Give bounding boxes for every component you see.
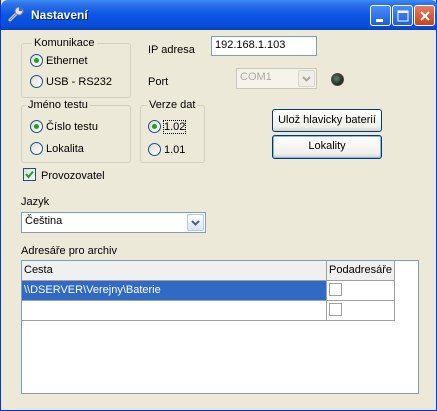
radio-lokalita[interactable]	[30, 142, 43, 155]
settings-window: Nastavení Komunikace Ethernet USB - RS23…	[0, 0, 437, 411]
language-select[interactable]: Čeština	[21, 212, 206, 233]
radio-cislo-testu[interactable]	[30, 120, 43, 133]
archive-directories-table[interactable]: Cesta Podadresáře \\DSERVER\Verejny\Bate…	[21, 260, 419, 394]
minimize-button[interactable]	[370, 5, 391, 26]
radio-lokalita-label: Lokalita	[46, 143, 84, 155]
port-select[interactable]: COM1	[236, 68, 317, 89]
table-row-cesta[interactable]	[22, 301, 327, 321]
maximize-button[interactable]	[392, 5, 413, 26]
ip-address-input[interactable]: 192.168.1.103	[211, 36, 317, 56]
status-led-icon	[331, 73, 344, 86]
column-header-podadresare[interactable]: Podadresáře	[327, 261, 395, 281]
port-value: COM1	[240, 71, 272, 83]
chevron-down-icon	[298, 70, 315, 87]
radio-ethernet-label: Ethernet	[46, 55, 88, 67]
chevron-down-icon	[187, 214, 204, 231]
column-header-cesta[interactable]: Cesta	[22, 261, 327, 281]
title-bar[interactable]: Nastavení	[1, 0, 437, 30]
close-button[interactable]	[414, 5, 435, 26]
komunikace-group: Komunikace	[21, 37, 131, 98]
save-battery-headers-button[interactable]: Ulož hlavicky baterií	[272, 109, 382, 132]
radio-cislo-testu-label: Číslo testu	[46, 121, 98, 133]
radio-ethernet[interactable]	[30, 54, 43, 67]
language-value: Čeština	[25, 215, 63, 227]
dialog-content: Komunikace Ethernet USB - RS232 IP adres…	[4, 30, 434, 408]
jazyk-label: Jazyk	[21, 196, 50, 208]
radio-usb[interactable]	[30, 75, 43, 88]
wrench-icon	[7, 5, 25, 23]
jmeno-testu-label: Jméno testu	[26, 99, 90, 111]
table-row-podadresare-cell	[327, 301, 395, 321]
komunikace-label: Komunikace	[32, 37, 97, 49]
radio-verze-102[interactable]	[148, 120, 161, 133]
provozovatel-label: Provozovatel	[41, 170, 105, 182]
ip-label: IP adresa	[148, 44, 195, 56]
table-row-cesta[interactable]: \\DSERVER\Verejny\Baterie	[22, 281, 327, 301]
port-label: Port	[148, 76, 169, 88]
archiv-label: Adresáře pro archiv	[21, 245, 117, 257]
checkmark-icon	[25, 170, 34, 179]
radio-verze-101-label: 1.01	[164, 144, 186, 156]
podadresare-checkbox[interactable]	[329, 303, 342, 316]
provozovatel-checkbox[interactable]	[23, 168, 36, 181]
locations-button[interactable]: Lokality	[272, 135, 382, 159]
radio-verze-101[interactable]	[148, 143, 161, 156]
table-row-podadresare-cell	[327, 281, 395, 301]
radio-usb-label: USB - RS232	[46, 76, 113, 88]
verze-dat-label: Verze dat	[147, 99, 198, 111]
window-title: Nastavení	[31, 8, 88, 22]
podadresare-checkbox[interactable]	[329, 283, 342, 296]
radio-verze-102-label: 1.02	[162, 120, 187, 134]
